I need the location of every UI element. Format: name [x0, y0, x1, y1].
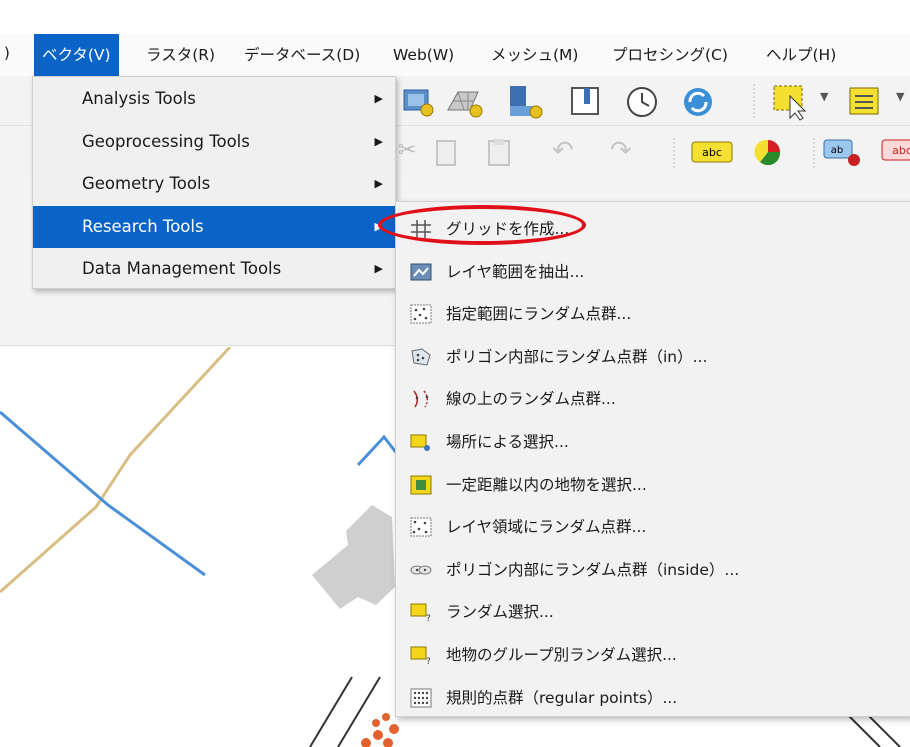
menu-database[interactable]: データベース(D) — [236, 34, 368, 76]
map-point-features — [361, 713, 399, 747]
svg-text:abc: abc — [702, 146, 722, 159]
paste-icon[interactable] — [486, 138, 514, 168]
layout-manager-icon[interactable] — [568, 84, 604, 120]
chevron-down-icon[interactable]: ▼ — [896, 90, 904, 103]
map-polygon-feature — [312, 505, 395, 609]
menu-item-research-tools[interactable]: Research Tools ▶ — [33, 205, 395, 248]
select-features-icon[interactable] — [770, 82, 816, 122]
menu-item-label: 場所による選択... — [446, 432, 569, 451]
random-points-polygon-icon — [411, 348, 431, 366]
layer-extent-icon — [410, 263, 432, 281]
toolbar-separator — [673, 138, 675, 168]
menu-item-label: ポリゴン内部にランダム点群（inside）... — [446, 560, 740, 579]
submenu-arrow-icon: ▶ — [374, 134, 383, 148]
map-line-feature — [309, 676, 381, 747]
menu-item-label: Geometry Tools — [82, 174, 211, 193]
random-points-inside-icon — [410, 565, 432, 575]
redo-icon[interactable]: ↷ — [610, 136, 632, 166]
menu-item-label: Analysis Tools — [82, 89, 196, 108]
random-select-subset-icon: ? — [410, 646, 431, 665]
menu-item-geoprocessing-tools[interactable]: Geoprocessing Tools ▶ — [33, 121, 395, 164]
svg-text:ab: ab — [831, 145, 843, 156]
random-select-icon: ? — [410, 603, 431, 622]
submenu-arrow-icon: ▶ — [374, 262, 383, 275]
new-mesh-layer-icon[interactable] — [444, 86, 484, 118]
menu-item-random-selection[interactable]: ? ランダム選択... — [396, 591, 910, 634]
menu-item-extract-layer-extent[interactable]: レイヤ範囲を抽出... — [396, 251, 910, 294]
menu-item-select-by-location[interactable]: 場所による選択... — [396, 421, 910, 464]
map-line-feature — [356, 434, 400, 467]
new-polygon-layer-icon[interactable] — [402, 86, 436, 118]
menu-item-label: 地物のグループ別ランダム選択... — [446, 645, 677, 664]
menu-mesh[interactable]: メッシュ(M) — [483, 34, 586, 76]
menu-bar: ) ベクタ(V) ラスタ(R) データベース(D) Web(W) メッシュ(M)… — [0, 34, 910, 76]
cut-icon[interactable]: ✂ — [398, 138, 416, 163]
random-points-layer-icon — [410, 517, 432, 537]
submenu-arrow-icon: ▶ — [374, 92, 383, 105]
menu-item-random-points-in-extent[interactable]: 指定範囲にランダム点群... — [396, 293, 910, 336]
svg-text:?: ? — [426, 614, 431, 622]
clock-icon[interactable] — [624, 84, 660, 120]
grid-icon — [411, 220, 431, 238]
diagram-options-icon[interactable] — [752, 136, 784, 170]
label-tool-icon[interactable]: abc — [690, 140, 734, 164]
menu-item-label: グリッドを作成... — [446, 220, 570, 238]
pin-label-icon[interactable]: ab — [822, 138, 866, 168]
menu-item-label: Geoprocessing Tools — [82, 131, 250, 151]
menu-item-analysis-tools[interactable]: Analysis Tools ▶ — [33, 78, 395, 121]
menu-vector[interactable]: ベクタ(V) — [34, 34, 119, 76]
menu-item-data-management-tools[interactable]: Data Management Tools ▶ — [33, 248, 395, 291]
menu-item-label: ポリゴン内部にランダム点群（in）... — [446, 347, 708, 366]
select-distance-icon — [410, 475, 432, 495]
menu-item-select-within-distance[interactable]: 一定距離以内の地物を選択... — [396, 464, 910, 507]
map-line-feature — [0, 410, 206, 577]
random-points-extent-icon — [410, 304, 432, 324]
menu-help[interactable]: ヘルプ(H) — [758, 34, 844, 76]
refresh-icon[interactable] — [680, 84, 716, 120]
menu-web[interactable]: Web(W) — [385, 34, 462, 76]
svg-text:?: ? — [426, 657, 431, 665]
menu-processing[interactable]: プロセシング(C) — [604, 34, 736, 76]
menu-item-label: レイヤ範囲を抽出... — [446, 262, 585, 281]
new-layer-bookmark-icon[interactable] — [506, 84, 546, 120]
random-points-line-icon — [413, 390, 429, 408]
toolbar-separator — [813, 138, 815, 168]
menu-item-label: 指定範囲にランダム点群... — [446, 305, 632, 324]
menu-item-random-points-in-polygons[interactable]: ポリゴン内部にランダム点群（in）... — [396, 336, 910, 379]
submenu-arrow-icon: ▶ — [374, 177, 383, 190]
attribute-table-icon[interactable] — [846, 84, 892, 120]
menu-item-label: Data Management Tools — [82, 259, 282, 278]
select-location-icon — [410, 434, 430, 451]
research-tools-submenu: グリッドを作成... レイヤ範囲を抽出... 指定範囲にランダム点群... ポリ… — [395, 201, 910, 717]
menu-item-label: 規則的点群（regular points）... — [446, 688, 678, 707]
menu-item-label: レイヤ領域にランダム点群... — [446, 518, 647, 537]
menu-item-create-grid[interactable]: グリッドを作成... — [396, 208, 910, 251]
show-hide-labels-icon[interactable]: abc — [880, 138, 910, 164]
menu-item-random-selection-within-subsets[interactable]: ? 地物のグループ別ランダム選択... — [396, 634, 910, 677]
chevron-down-icon[interactable]: ▼ — [820, 90, 828, 103]
menu-item-random-points-inside-polygons[interactable]: ポリゴン内部にランダム点群（inside）... — [396, 549, 910, 592]
undo-icon[interactable]: ↶ — [552, 136, 574, 166]
menu-item-random-points-in-layer-bounds[interactable]: レイヤ領域にランダム点群... — [396, 506, 910, 549]
map-line-feature — [0, 347, 232, 594]
svg-text:abc: abc — [892, 144, 910, 157]
menu-raster[interactable]: ラスタ(R) — [138, 34, 223, 76]
copy-icon[interactable] — [434, 138, 460, 168]
vector-menu-dropdown: Analysis Tools ▶ Geoprocessing Tools ▶ G… — [32, 76, 396, 289]
regular-points-icon — [410, 688, 432, 708]
toolbar-separator — [753, 84, 755, 118]
submenu-arrow-icon: ▶ — [374, 219, 383, 233]
menu-item-regular-points[interactable]: 規則的点群（regular points）... — [396, 677, 910, 720]
menu-item-label: 一定距離以内の地物を選択... — [446, 475, 647, 494]
menu-item-label: ランダム選択... — [446, 603, 554, 622]
menubar-cut-item[interactable]: ) — [4, 44, 10, 62]
menu-item-random-points-on-lines[interactable]: 線の上のランダム点群... — [396, 378, 910, 421]
menu-item-label: Research Tools — [82, 216, 204, 236]
menu-item-label: 線の上のランダム点群... — [446, 390, 616, 409]
menu-item-geometry-tools[interactable]: Geometry Tools ▶ — [33, 163, 395, 206]
